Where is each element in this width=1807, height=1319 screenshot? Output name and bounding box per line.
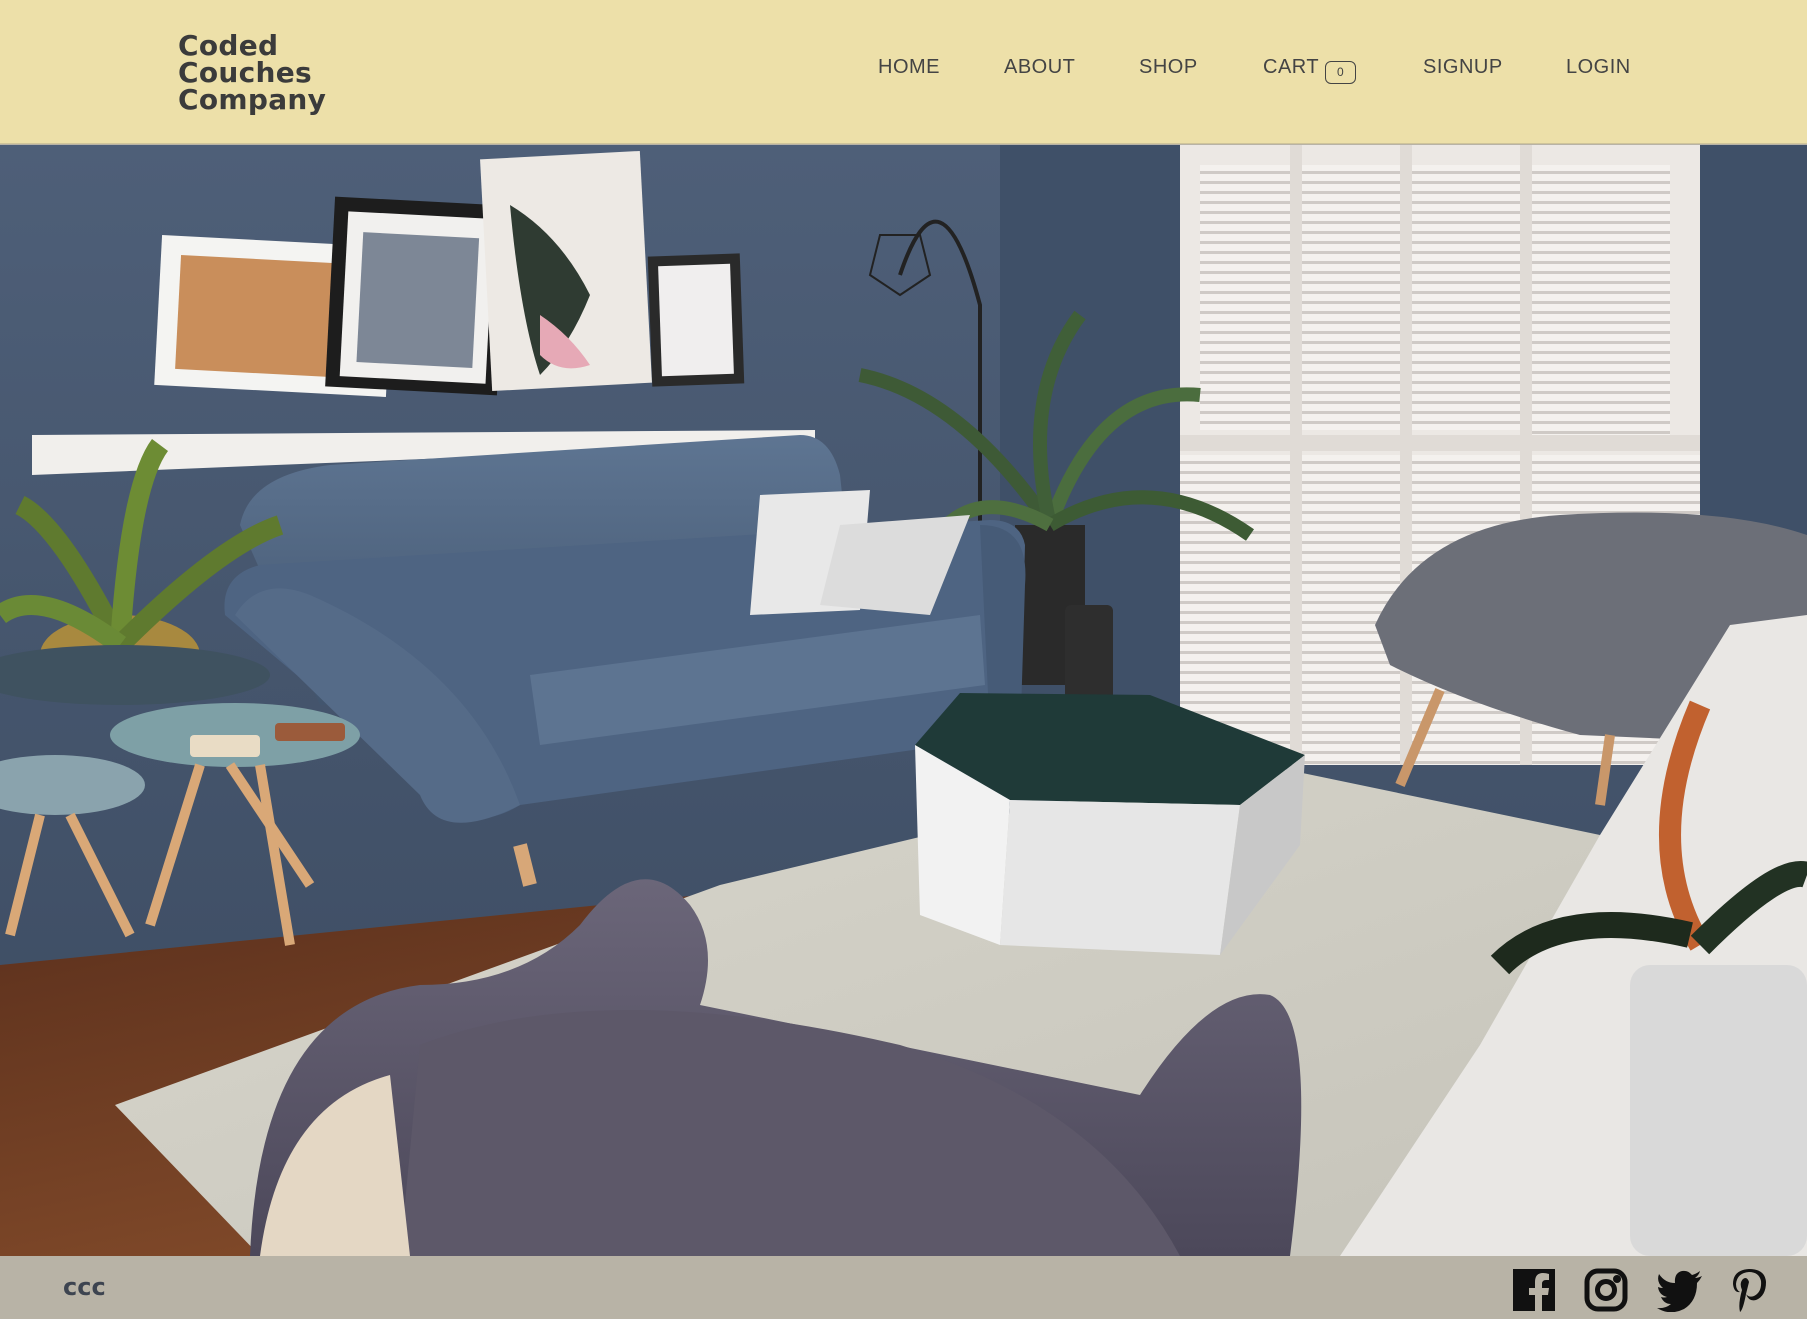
logo-line-1: Coded: [178, 29, 279, 62]
facebook-icon[interactable]: [1512, 1268, 1556, 1312]
site-footer: ccc: [0, 1256, 1807, 1319]
pinterest-icon[interactable]: [1732, 1268, 1776, 1312]
site-header: Coded Couches Company HOME ABOUT SHOP CA…: [0, 0, 1807, 144]
nav-shop-link[interactable]: SHOP: [1139, 56, 1198, 79]
nav-cart-label: CART: [1263, 56, 1320, 78]
nav-about-link[interactable]: ABOUT: [1004, 56, 1075, 79]
nav-cart-link[interactable]: CART 0: [1263, 56, 1357, 84]
twitter-icon[interactable]: [1656, 1268, 1702, 1313]
main-nav: HOME ABOUT SHOP CART 0 SIGNUP LOGIN: [0, 56, 1807, 86]
footer-copyright: ccc: [63, 1273, 106, 1301]
logo-line-3: Company: [178, 83, 327, 116]
nav-home-link[interactable]: HOME: [878, 56, 940, 79]
nav-signup-link[interactable]: SIGNUP: [1423, 56, 1503, 79]
hero-image: [0, 145, 1807, 1256]
instagram-icon[interactable]: [1584, 1268, 1628, 1312]
nav-login-link[interactable]: LOGIN: [1566, 56, 1631, 79]
cart-count-badge: 0: [1325, 61, 1357, 84]
